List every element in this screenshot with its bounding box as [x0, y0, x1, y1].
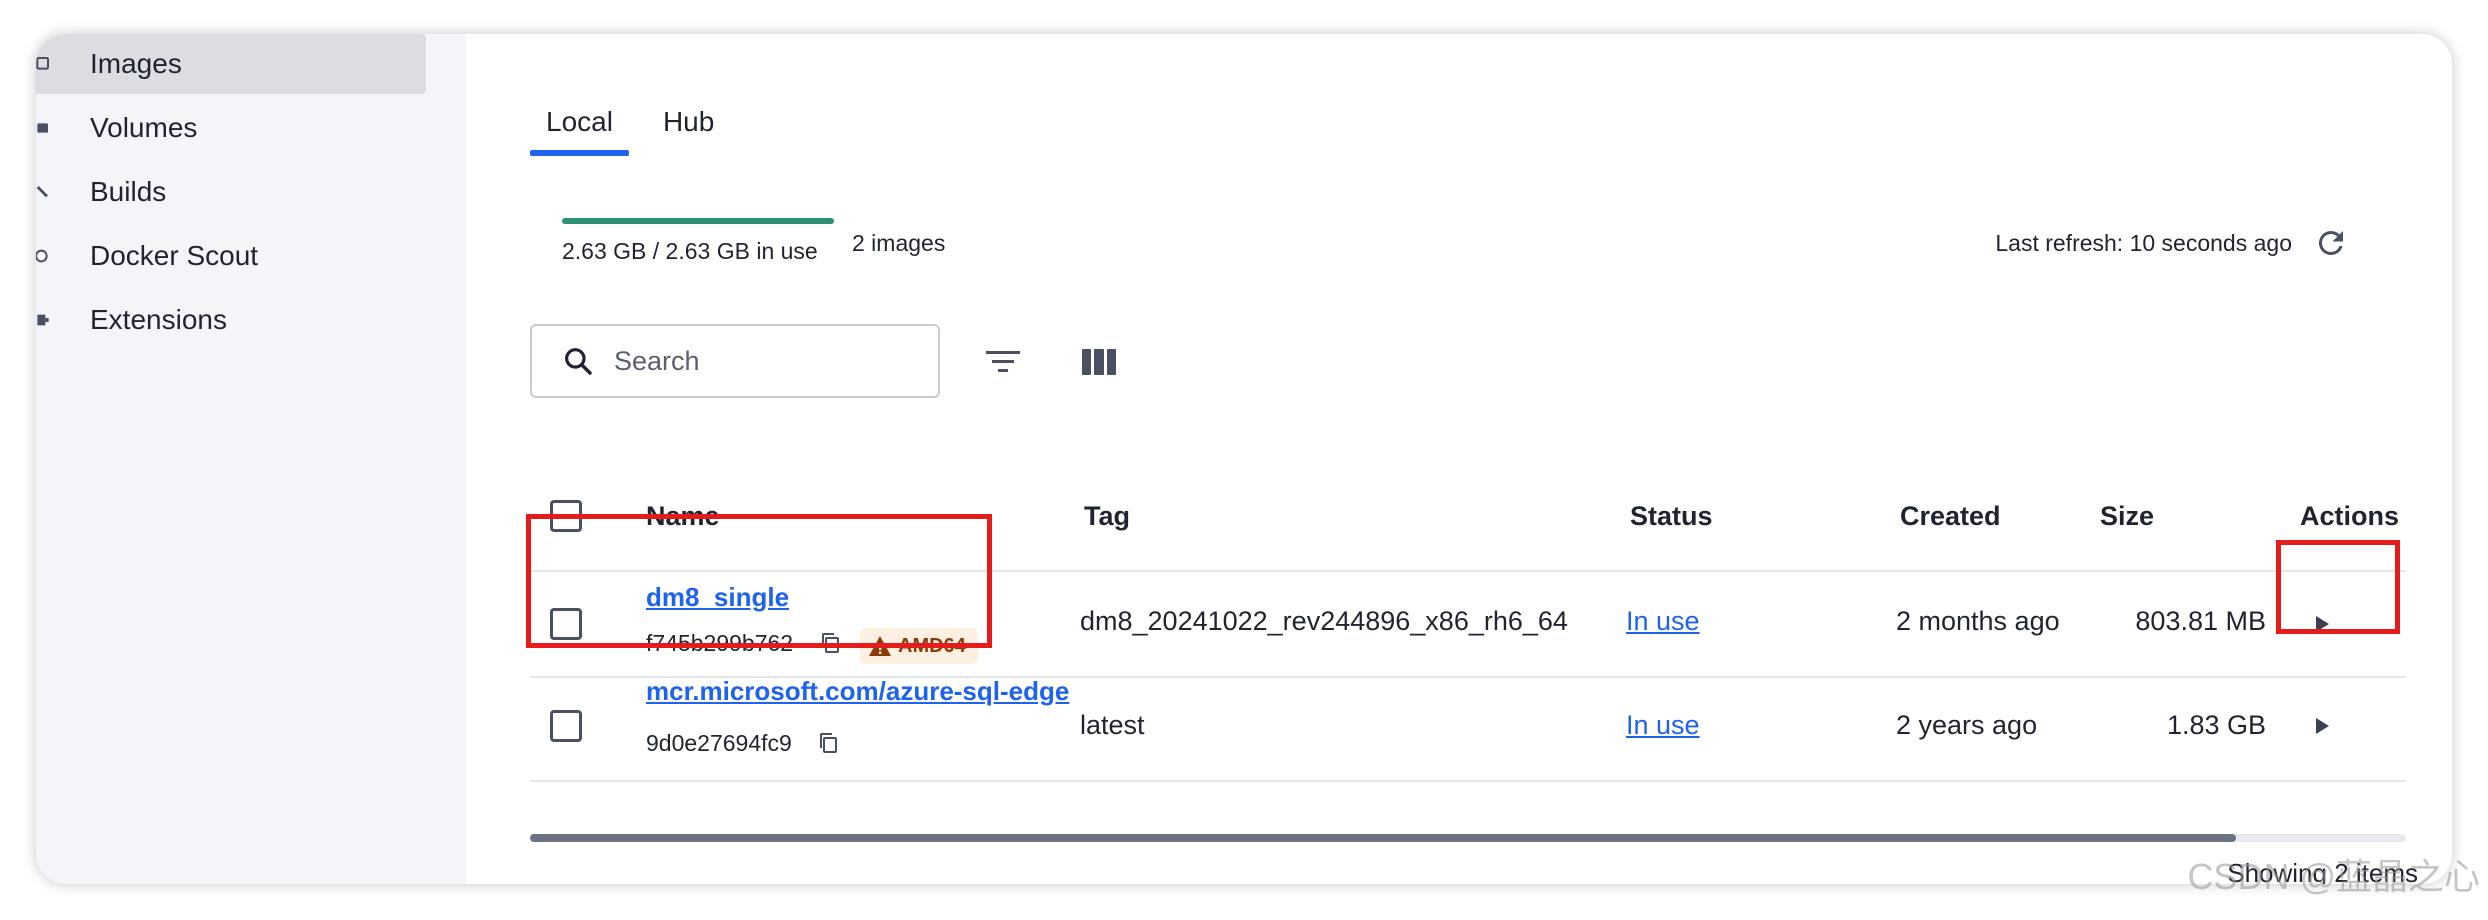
- images-tabs: Local Hub: [530, 92, 730, 156]
- copy-icon[interactable]: [816, 730, 840, 756]
- row-checkbox[interactable]: [550, 710, 582, 742]
- column-header-name[interactable]: Name: [646, 474, 720, 558]
- copy-icon[interactable]: [818, 630, 842, 656]
- column-header-status[interactable]: Status: [1630, 474, 1713, 558]
- row-checkbox[interactable]: [550, 608, 582, 640]
- run-button[interactable]: [2302, 706, 2342, 746]
- volumes-icon: [36, 113, 56, 143]
- disk-usage-text: 2.63 GB / 2.63 GB in use: [562, 238, 818, 264]
- docker-desktop-window: Images Volumes Builds Docker Scout Exten…: [36, 34, 2452, 884]
- column-header-actions: Actions: [2300, 501, 2400, 531]
- sidebar-item-builds[interactable]: Builds: [36, 162, 426, 222]
- search-icon: [558, 341, 598, 381]
- sidebar-item-label: Docker Scout: [90, 240, 259, 271]
- select-all-checkbox[interactable]: [550, 500, 582, 532]
- column-header-created[interactable]: Created: [1900, 474, 2001, 558]
- filter-icon: [986, 351, 1020, 372]
- sidebar-item-label: Builds: [90, 176, 167, 207]
- table-row: mcr.microsoft.com/azure-sql-edge 9d0e276…: [530, 676, 2406, 782]
- sidebar-item-label: Images: [90, 48, 182, 79]
- search-input[interactable]: [612, 344, 916, 378]
- image-id: f745b299b762: [646, 630, 794, 656]
- sidebar-item-volumes[interactable]: Volumes: [36, 98, 426, 158]
- sidebar-item-extensions[interactable]: Extensions: [36, 290, 426, 350]
- arch-badge: AMD64: [860, 628, 978, 664]
- docker-scout-icon: [36, 241, 56, 271]
- sidebar-item-docker-scout[interactable]: Docker Scout: [36, 226, 426, 286]
- columns-button[interactable]: [1076, 340, 1122, 384]
- tab-hub[interactable]: Hub: [647, 92, 730, 152]
- column-header-tag[interactable]: Tag: [1084, 474, 1130, 558]
- sidebar: Images Volumes Builds Docker Scout Exten…: [36, 34, 466, 884]
- extensions-icon: [36, 305, 56, 335]
- images-main-panel: Local Hub 2.63 GB / 2.63 GB in use 2 ima…: [466, 34, 2452, 884]
- tab-local[interactable]: Local: [530, 92, 629, 156]
- arch-label: AMD64: [898, 634, 966, 657]
- disk-usage-bar: [562, 218, 834, 224]
- builds-icon: [36, 177, 56, 207]
- column-header-size[interactable]: Size: [2100, 474, 2154, 558]
- status-link[interactable]: In use: [1626, 710, 1700, 741]
- image-name-link[interactable]: dm8_single: [646, 582, 789, 613]
- image-name-link[interactable]: mcr.microsoft.com/azure-sql-edge: [646, 676, 1076, 707]
- columns-icon: [1082, 349, 1116, 375]
- table-row: dm8_single f745b299b762 AMD64 dm8_202410…: [530, 572, 2406, 676]
- images-icon: [36, 49, 56, 79]
- sidebar-item-images[interactable]: Images: [36, 34, 426, 94]
- last-refresh-text: Last refresh: 10 seconds ago: [1995, 230, 2292, 256]
- status-link[interactable]: In use: [1626, 606, 1700, 637]
- play-icon: [2316, 616, 2329, 632]
- watermark: CSDN @蓝晶之心: [2187, 856, 2480, 897]
- horizontal-scrollbar[interactable]: [530, 834, 2406, 842]
- scrollbar-thumb[interactable]: [530, 834, 2236, 842]
- refresh-button[interactable]: [2308, 220, 2354, 266]
- run-button[interactable]: [2302, 604, 2342, 644]
- sidebar-item-label: Extensions: [90, 304, 227, 335]
- image-tag: latest: [1080, 710, 1145, 740]
- filter-button[interactable]: [980, 340, 1026, 384]
- search-field[interactable]: [530, 324, 940, 398]
- created-time: 2 years ago: [1896, 710, 2038, 740]
- created-time: 2 months ago: [1896, 606, 2060, 636]
- table-divider: [530, 780, 2406, 782]
- image-size: 803.81 MB: [2135, 606, 2266, 636]
- image-count: 2 images: [852, 230, 946, 256]
- play-icon: [2316, 718, 2329, 734]
- image-size: 1.83 GB: [2166, 710, 2266, 740]
- refresh-icon: [2318, 230, 2343, 255]
- warning-icon: [869, 636, 891, 656]
- image-id: 9d0e27694fc9: [646, 730, 792, 756]
- image-tag: dm8_20241022_rev244896_x86_rh6_64: [1080, 606, 1568, 636]
- sidebar-item-label: Volumes: [90, 112, 198, 143]
